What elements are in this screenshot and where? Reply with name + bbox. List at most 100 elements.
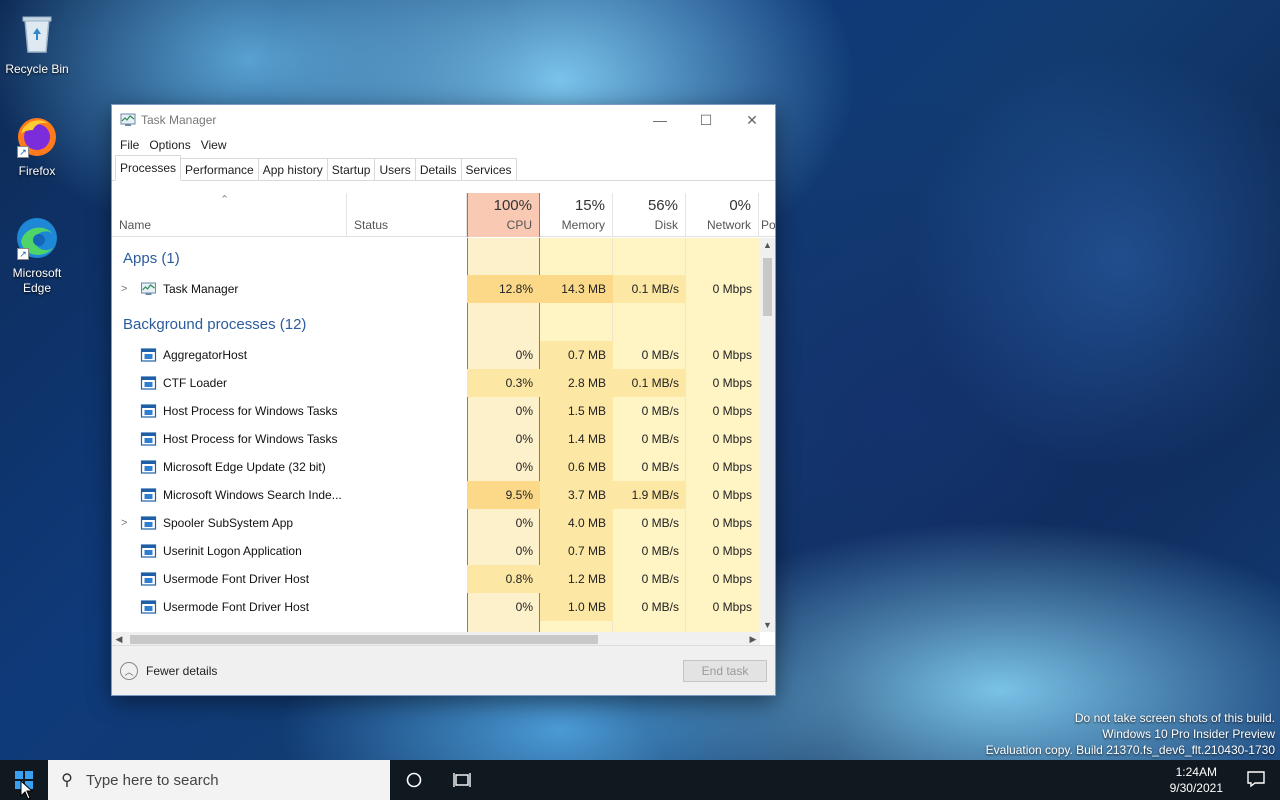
task-view-button[interactable] [438,760,486,800]
group-title-apps: Apps (1) [123,250,180,267]
menu-options[interactable]: Options [145,138,194,152]
process-icon [140,487,157,503]
cell-disk: 0 MB/s [641,572,679,586]
cell-memory: 0.7 MB [540,537,613,565]
column-disk[interactable]: 56% Disk [613,193,686,237]
column-name[interactable]: Name [112,193,347,237]
desktop-icon-recycle-bin[interactable]: Recycle Bin [4,10,70,77]
firefox-icon: ↗ [13,112,61,160]
cell-cpu: 12.8% [467,275,540,303]
column-power[interactable]: Po [759,193,775,237]
taskbar-search-box[interactable]: ⚲ Type here to search [48,760,390,800]
notification-center-icon[interactable] [1246,770,1266,788]
cell-cpu: 0% [515,404,533,418]
cell-memory: 1.4 MB [540,425,613,453]
process-icon [140,543,157,559]
column-status[interactable]: Status [347,193,467,237]
task-manager-icon [120,113,136,126]
process-name: Task Manager [163,282,239,296]
task-view-icon [453,773,471,787]
tab-services[interactable]: Services [460,158,517,180]
cell-cpu: 0.3% [467,369,540,397]
shortcut-arrow-icon: ↗ [17,248,29,260]
column-memory[interactable]: 15% Memory [540,193,613,237]
table-row[interactable]: Microsoft Windows Search Inde... 9.5% 3.7 … [112,481,760,509]
column-cpu[interactable]: 100% CPU [467,193,540,237]
menu-view[interactable]: View [197,138,231,152]
cell-memory: 1.5 MB [540,397,613,425]
table-row[interactable]: Usermode Font Driver Host 0% 1.0 MB 0 MB/s 0… [112,593,760,621]
column-network[interactable]: 0% Network [686,193,759,237]
process-icon [140,347,157,363]
process-name: Microsoft Edge Update (32 bit) [163,460,326,474]
table-row[interactable]: Host Process for Windows Tasks 0% 1.4 MB 0 … [112,425,760,453]
process-icon [140,599,157,615]
scroll-down-icon[interactable]: ▼ [760,618,775,632]
chevron-up-icon: ︿ [120,662,138,680]
cell-memory: 4.0 MB [540,509,613,537]
table-row[interactable]: AggregatorHost 0% 0.7 MB 0 MB/s 0 Mbps [112,341,760,369]
table-row[interactable]: Host Process for Windows Tasks 0% 1.5 MB 0 … [112,397,760,425]
process-icon [140,375,157,391]
cell-disk: 0 MB/s [641,516,679,530]
desktop-icon-edge[interactable]: ↗ Microsoft Edge [4,214,70,296]
cell-cpu: 0% [515,544,533,558]
cell-disk: 0 MB/s [641,600,679,614]
menu-bar: File Options View [112,135,775,155]
shortcut-arrow-icon: ↗ [17,146,29,158]
process-name: Spooler SubSystem App [163,516,294,530]
process-icon [140,459,157,475]
scroll-thumb[interactable] [763,258,772,316]
tab-performance[interactable]: Performance [180,158,259,180]
cell-network: 0 Mbps [712,432,752,446]
evaluation-watermark: Do not take screen shots of this build. … [985,711,1275,757]
scroll-thumb[interactable] [130,635,598,644]
cell-network: 0 Mbps [712,572,752,586]
tab-app-history[interactable]: App history [257,158,328,180]
cell-memory: 14.3 MB [540,275,613,303]
desktop-icon-label: Microsoft Edge [12,266,62,295]
cell-disk: 0 MB/s [641,460,679,474]
table-row[interactable]: > Task Manager 12.8% 14.3 MB 0.1 MB/s 0 Mbps [112,275,760,303]
process-name: Usermode Font Driver Host [163,600,310,614]
table-row[interactable]: > Spooler SubSystem App 0% 4.0 MB 0 MB/s 0 Mb… [112,509,760,537]
cell-cpu: 0.8% [467,565,540,593]
tab-startup[interactable]: Startup [326,158,376,180]
close-button[interactable]: ✕ [729,105,775,135]
cell-cpu: 0% [515,432,533,446]
chevron-right-icon[interactable]: > [121,509,127,537]
maximize-button[interactable]: ☐ [683,105,729,135]
cell-memory: 1.0 MB [540,593,613,621]
cell-network: 0 Mbps [712,348,752,362]
process-name: Microsoft Windows Search Inde... [163,488,342,502]
table-row[interactable]: Usermode Font Driver Host 0.8% 1.2 MB 0 MB/… [112,565,760,593]
cell-disk: 0 MB/s [641,348,679,362]
process-icon [140,571,157,587]
title-bar[interactable]: Task Manager — ☐ ✕ [112,105,775,135]
table-row[interactable]: CTF Loader 0.3% 2.8 MB 0.1 MB/s 0 Mbps [112,369,760,397]
minimize-button[interactable]: — [637,105,683,135]
search-icon: ⚲ [61,772,73,789]
process-name: Userinit Logon Application [163,544,302,558]
window-title: Task Manager [141,113,217,127]
column-header-row: ⌃ Name Status 100% CPU 15% Memory 56% Di… [112,193,775,237]
cortana-button[interactable] [390,760,438,800]
cell-cpu: 9.5% [467,481,540,509]
end-task-button[interactable]: End task [683,660,767,682]
fewer-details-button[interactable]: ︿ Fewer details [120,662,217,680]
vertical-scrollbar[interactable]: ▲ ▼ [760,238,775,632]
table-row[interactable]: Microsoft Edge Update (32 bit) 0% 0.6 MB 0 … [112,453,760,481]
scroll-up-icon[interactable]: ▲ [760,238,775,252]
desktop-icon-firefox[interactable]: ↗ Firefox [4,112,70,179]
taskbar-clock[interactable]: 1:24AM 9/30/2021 [1170,764,1223,796]
cell-memory: 2.8 MB [540,369,613,397]
chevron-right-icon[interactable]: > [121,275,127,303]
cell-memory: 0.6 MB [540,453,613,481]
menu-file[interactable]: File [116,138,143,152]
tab-details[interactable]: Details [414,158,462,180]
table-row[interactable]: Userinit Logon Application 0% 0.7 MB 0 MB/s… [112,537,760,565]
tab-users[interactable]: Users [374,158,416,180]
process-table: Apps (1) Background processes (12) > Task… [112,238,760,632]
tab-processes[interactable]: Processes [115,155,182,181]
cell-network: 0 Mbps [712,516,752,530]
